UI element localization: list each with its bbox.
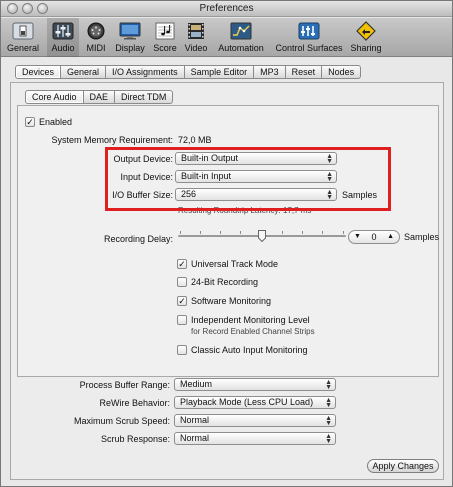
window-title: Preferences (199, 3, 254, 14)
scrub-response-popup[interactable]: Normal ▲ ▼ (174, 432, 336, 445)
slider-tick (302, 231, 303, 234)
tab-sample-editor[interactable]: Sample Editor (184, 65, 255, 79)
24-bit-recording-label: 24-Bit Recording (191, 277, 259, 287)
independent-monitoring-label: Independent Monitoring Level (191, 315, 310, 325)
recording-delay-unit: Samples (404, 232, 440, 242)
software-monitoring-checkbox[interactable]: ✓ (177, 296, 187, 306)
process-buffer-popup[interactable]: Medium ▲ ▼ (174, 378, 336, 391)
rewire-behavior-label: ReWire Behavior: (99, 398, 170, 408)
score-notes-icon (153, 21, 177, 41)
enabled-checkbox[interactable]: ✓ (25, 117, 35, 127)
toolbar-general-button[interactable]: General (4, 18, 42, 57)
toolbar-control-surfaces-button[interactable]: Control Surfaces (272, 18, 346, 57)
toolbar-sharing-button[interactable]: Sharing (348, 18, 384, 57)
popup-arrows-icon: ▲ ▼ (325, 415, 332, 427)
memory-requirement-label: System Memory Requirement: (51, 135, 173, 145)
toolbar-display-button[interactable]: Display (112, 18, 148, 57)
title-bar: Preferences (1, 1, 452, 17)
increment-arrow-icon[interactable]: ▲ (387, 231, 394, 243)
universal-track-mode-checkbox[interactable]: ✓ (177, 259, 187, 269)
popup-arrows-icon: ▲ ▼ (325, 397, 332, 409)
slider-tick (180, 231, 181, 234)
tab-nodes[interactable]: Nodes (322, 65, 362, 79)
tab-direct-tdm[interactable]: Direct TDM (115, 90, 174, 104)
popup-arrows-icon: ▲ ▼ (325, 433, 332, 445)
slider-tick (200, 231, 201, 234)
toolbar-automation-button[interactable]: Automation (213, 18, 269, 57)
process-buffer-label: Process Buffer Range: (79, 380, 170, 390)
midi-port-icon (84, 21, 108, 41)
tab-core-audio[interactable]: Core Audio (25, 90, 84, 104)
toolbar-video-button[interactable]: Video (181, 18, 211, 57)
control-surfaces-icon (297, 21, 321, 41)
tab-devices[interactable]: Devices (15, 65, 62, 79)
software-monitoring-label: Software Monitoring (191, 296, 272, 306)
driver-tab-bar: Core Audio DAE Direct TDM (25, 90, 174, 104)
video-filmstrip-icon (184, 21, 208, 41)
rewire-behavior-popup[interactable]: Playback Mode (Less CPU Load) ▲ ▼ (174, 396, 336, 409)
recording-delay-stepper[interactable]: ▼ 0 ▲ (348, 230, 400, 244)
max-scrub-speed-label: Maximum Scrub Speed: (73, 416, 170, 426)
enabled-label: Enabled (39, 117, 73, 127)
toolbar-audio-button[interactable]: Audio (47, 18, 79, 57)
popup-arrows-icon: ▲ ▼ (325, 379, 332, 391)
classic-auto-input-label: Classic Auto Input Monitoring (191, 345, 308, 355)
preferences-window: Preferences General Audio MIDI Display S… (0, 0, 453, 487)
preferences-tab-bar: Devices General I/O Assignments Sample E… (15, 65, 362, 79)
independent-monitoring-sublabel: for Record Enabled Channel Strips (191, 327, 315, 336)
memory-requirement-value: 72,0 MB (178, 135, 212, 145)
independent-monitoring-checkbox[interactable] (177, 315, 187, 325)
sharing-icon (354, 21, 378, 41)
slider-tick (343, 231, 344, 234)
general-switch-icon (11, 21, 35, 41)
classic-auto-input-checkbox[interactable] (177, 345, 187, 355)
tab-io-assignments[interactable]: I/O Assignments (106, 65, 185, 79)
recording-delay-slider[interactable] (178, 227, 346, 245)
apply-changes-button[interactable]: Apply Changes (367, 459, 439, 473)
preferences-toolbar: General Audio MIDI Display Score Video A… (1, 18, 452, 57)
scrub-response-label: Scrub Response: (100, 434, 170, 444)
slider-tick (282, 231, 283, 234)
audio-fader-icon (51, 21, 75, 41)
devices-panel: Core Audio DAE Direct TDM ✓ Enabled Syst… (10, 82, 444, 480)
display-monitor-icon (118, 21, 142, 41)
tab-dae[interactable]: DAE (83, 90, 116, 104)
toolbar-score-button[interactable]: Score (151, 18, 179, 57)
tab-general[interactable]: General (61, 65, 107, 79)
core-audio-panel: ✓ Enabled System Memory Requirement: 72,… (17, 105, 439, 377)
24-bit-recording-checkbox[interactable] (177, 277, 187, 287)
slider-tick (220, 231, 221, 234)
max-scrub-speed-popup[interactable]: Normal ▲ ▼ (174, 414, 336, 427)
tab-mp3[interactable]: MP3 (254, 65, 286, 79)
toolbar-midi-button[interactable]: MIDI (82, 18, 110, 57)
highlight-box (105, 147, 391, 211)
tab-reset[interactable]: Reset (285, 65, 323, 79)
universal-track-mode-label: Universal Track Mode (191, 259, 279, 269)
recording-delay-label: Recording Delay: (103, 234, 173, 244)
slider-tick (240, 231, 241, 234)
slider-tick (322, 231, 323, 234)
automation-curve-icon (229, 21, 253, 41)
slider-thumb[interactable] (258, 230, 266, 243)
